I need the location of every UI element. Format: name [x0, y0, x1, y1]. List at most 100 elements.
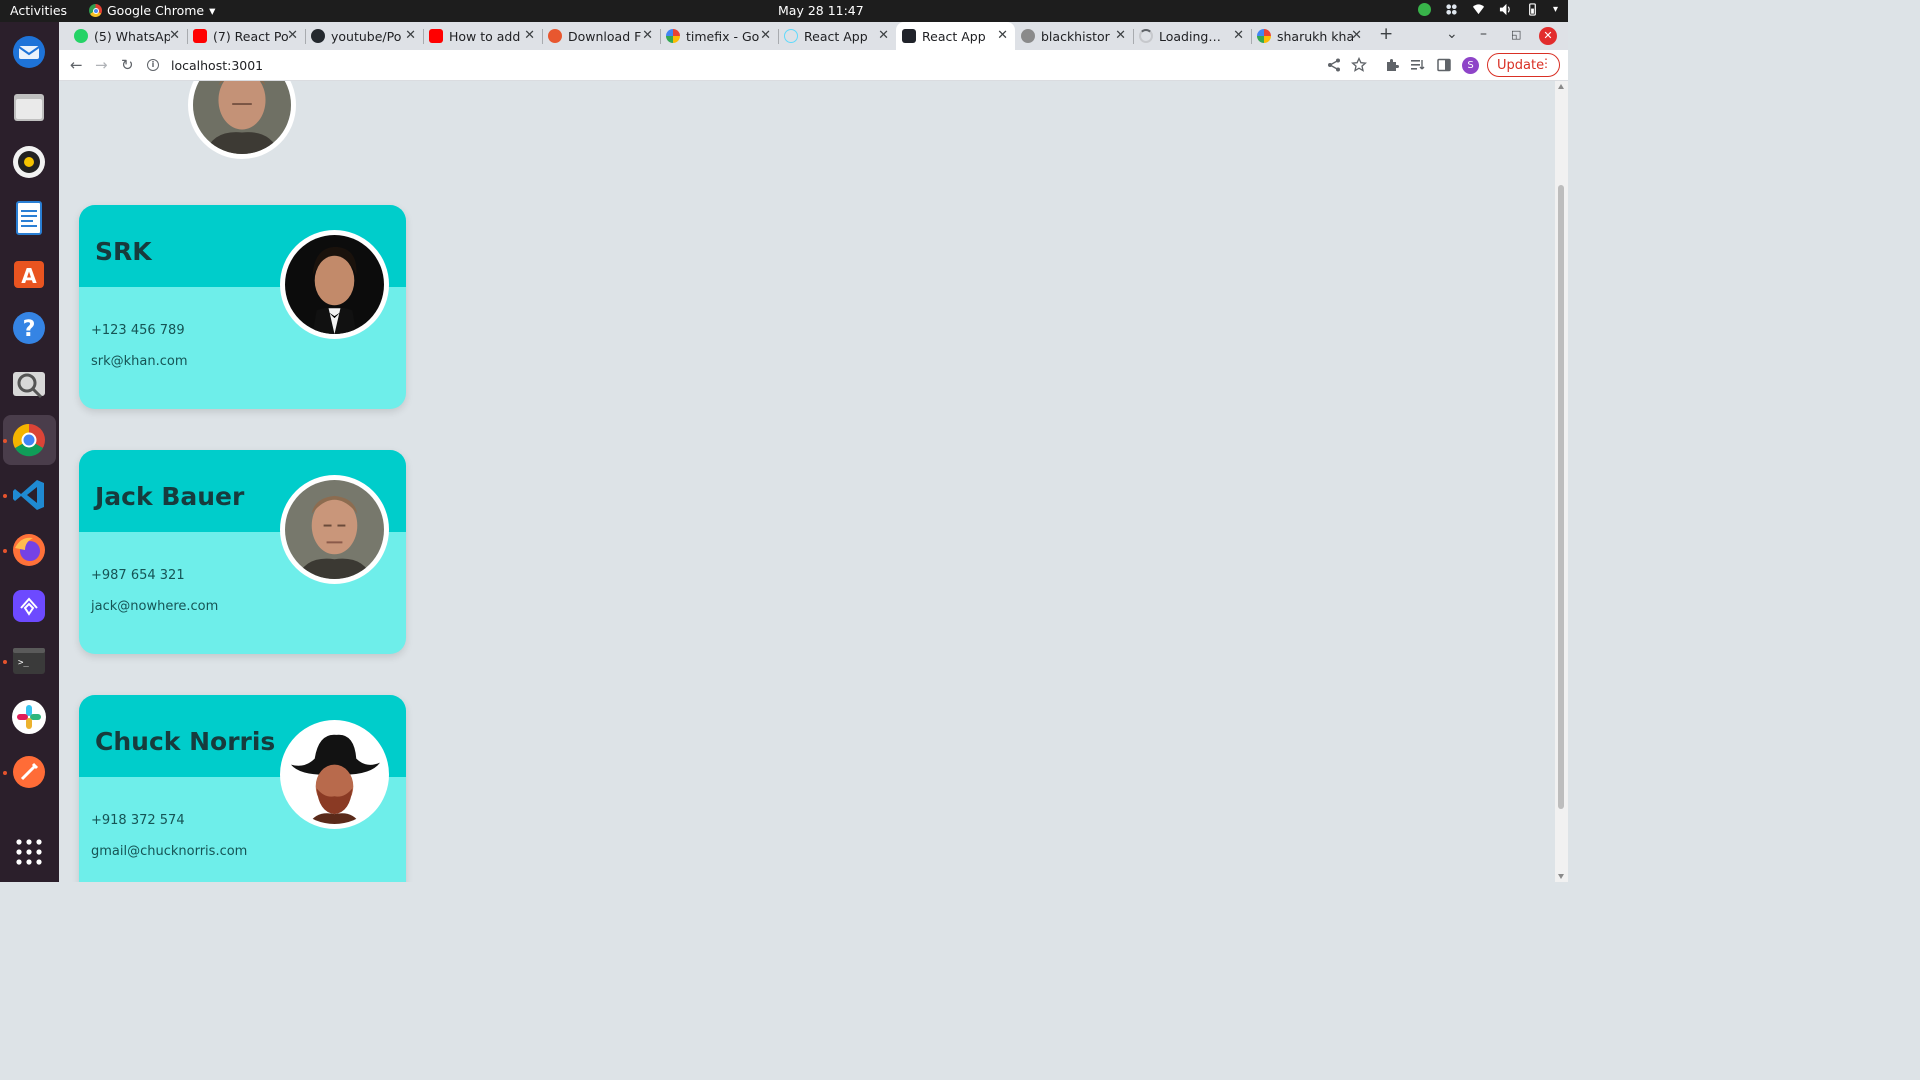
- minimize-button[interactable]: –: [1480, 26, 1487, 42]
- contact-photo-partial: [188, 81, 296, 159]
- tab-youtube-how-to[interactable]: How to add ✕: [423, 22, 543, 50]
- running-indicator: [3, 660, 7, 664]
- update-button[interactable]: Update ⋮: [1487, 53, 1560, 77]
- slack-tray-icon[interactable]: [1445, 3, 1458, 16]
- contact-name: Jack Bauer: [95, 482, 245, 511]
- scrollbar-thumb[interactable]: [1558, 185, 1564, 809]
- profile-avatar[interactable]: S: [1462, 57, 1479, 74]
- restore-button[interactable]: ◱: [1511, 28, 1521, 41]
- tab-sharukh-search[interactable]: sharukh kha ✕: [1251, 22, 1369, 50]
- scroll-down-arrow-icon[interactable]: [1558, 874, 1564, 879]
- tab-title: sharukh kha: [1277, 28, 1353, 44]
- screenshot-icon[interactable]: [9, 364, 49, 404]
- download-site-icon: [548, 29, 562, 43]
- address-bar[interactable]: i localhost:3001: [147, 53, 1307, 77]
- tab-download[interactable]: Download F ✕: [542, 22, 661, 50]
- tab-github[interactable]: youtube/Po ✕: [305, 22, 424, 50]
- thunderbird-icon[interactable]: [9, 32, 49, 72]
- slack-icon[interactable]: [9, 697, 49, 737]
- tab-title: youtube/Po: [331, 28, 402, 44]
- tab-react-app-1[interactable]: React App ✕: [778, 22, 896, 50]
- tab-title: timefix - Go: [686, 28, 760, 44]
- rhythmbox-icon[interactable]: [9, 142, 49, 182]
- contact-name: Chuck Norris: [95, 727, 276, 756]
- reload-icon[interactable]: ↻: [121, 56, 134, 74]
- close-icon[interactable]: ✕: [997, 28, 1008, 43]
- close-icon[interactable]: ✕: [1351, 28, 1362, 43]
- close-icon[interactable]: ✕: [1233, 28, 1244, 43]
- contact-card: SRK +123 456 789 srk@khan.com: [79, 205, 406, 409]
- google-icon: [1257, 29, 1271, 43]
- battery-icon[interactable]: [1526, 3, 1539, 16]
- tab-title: Download F: [568, 28, 642, 44]
- tab-react-app-active[interactable]: React App ✕: [896, 22, 1015, 50]
- writer-icon[interactable]: [9, 198, 49, 238]
- contact-email: srk@khan.com: [91, 354, 188, 369]
- tab-title: blackhistor: [1041, 28, 1110, 44]
- postman-icon[interactable]: [9, 752, 49, 792]
- tab-whatsapp[interactable]: (5) WhatsAp ✕: [68, 22, 188, 50]
- bookmark-star-icon[interactable]: [1351, 57, 1367, 73]
- show-applications-icon[interactable]: [9, 832, 49, 872]
- vscode-icon[interactable]: [9, 475, 49, 515]
- google-icon: [666, 29, 680, 43]
- clock[interactable]: May 28 11:47: [778, 3, 864, 18]
- kebab-menu-icon: ⋮: [1540, 56, 1552, 70]
- back-arrow-icon[interactable]: ←: [70, 56, 83, 74]
- close-icon[interactable]: ✕: [642, 28, 653, 43]
- scroll-up-arrow-icon[interactable]: [1558, 84, 1564, 89]
- tab-youtube-react[interactable]: (7) React Po ✕: [187, 22, 306, 50]
- side-panel-icon[interactable]: [1436, 57, 1452, 73]
- system-tray[interactable]: ▾: [1417, 3, 1558, 16]
- close-icon[interactable]: ✕: [878, 28, 889, 43]
- activities-button[interactable]: Activities: [10, 3, 67, 18]
- close-icon[interactable]: ✕: [169, 28, 180, 43]
- dock: A ? >_: [0, 22, 59, 882]
- contact-email: gmail@chucknorris.com: [91, 844, 248, 859]
- software-center-icon[interactable]: A: [9, 253, 49, 293]
- reading-list-icon[interactable]: [1410, 57, 1426, 73]
- globe-icon: [1021, 29, 1035, 43]
- share-icon[interactable]: [1326, 57, 1342, 73]
- running-indicator: [3, 494, 7, 498]
- tab-loading[interactable]: Loading… ✕: [1133, 22, 1252, 50]
- github-icon: [311, 29, 325, 43]
- tab-title: React App: [804, 28, 868, 44]
- tab-title: (5) WhatsAp: [94, 28, 170, 44]
- files-icon[interactable]: [9, 87, 49, 127]
- help-icon[interactable]: ?: [9, 308, 49, 348]
- contact-email: jack@nowhere.com: [91, 599, 219, 614]
- tab-search-chevron-icon[interactable]: ⌄: [1446, 26, 1458, 42]
- volume-icon[interactable]: [1499, 3, 1512, 16]
- update-notifier-icon[interactable]: [1417, 3, 1431, 16]
- chrome-icon[interactable]: [9, 420, 49, 460]
- react-icon: [784, 29, 798, 43]
- close-icon[interactable]: ✕: [1115, 28, 1126, 43]
- tab-title: React App: [922, 28, 986, 44]
- close-icon[interactable]: ✕: [760, 28, 771, 43]
- contact-photo: [280, 230, 389, 339]
- url-text[interactable]: localhost:3001: [171, 58, 263, 73]
- tab-blackhistory[interactable]: blackhistor ✕: [1015, 22, 1134, 50]
- chevron-down-icon[interactable]: ▾: [1553, 4, 1558, 15]
- site-info-icon[interactable]: i: [147, 59, 159, 71]
- close-icon[interactable]: ✕: [524, 28, 535, 43]
- app-menu[interactable]: Google Chrome ▾: [89, 3, 215, 18]
- svg-text:>_: >_: [18, 658, 29, 668]
- contact-card: Chuck Norris +918 372 574 gmail@chucknor…: [79, 695, 406, 882]
- new-tab-button[interactable]: +: [1379, 24, 1393, 44]
- page-scrollbar[interactable]: [1555, 81, 1568, 882]
- tab-title: How to add: [449, 28, 521, 44]
- extensions-puzzle-icon[interactable]: [1384, 57, 1400, 73]
- wifi-icon[interactable]: [1472, 3, 1485, 16]
- terminal-icon[interactable]: >_: [9, 641, 49, 681]
- forward-arrow-icon[interactable]: →: [95, 56, 108, 74]
- window-close-button[interactable]: ✕: [1539, 27, 1557, 45]
- contact-phone: +987 654 321: [91, 568, 185, 583]
- svg-text:?: ?: [23, 317, 36, 342]
- proton-vpn-icon[interactable]: [9, 586, 49, 626]
- firefox-icon[interactable]: [9, 530, 49, 570]
- close-icon[interactable]: ✕: [287, 28, 298, 43]
- close-icon[interactable]: ✕: [405, 28, 416, 43]
- tab-timefix[interactable]: timefix - Go ✕: [660, 22, 779, 50]
